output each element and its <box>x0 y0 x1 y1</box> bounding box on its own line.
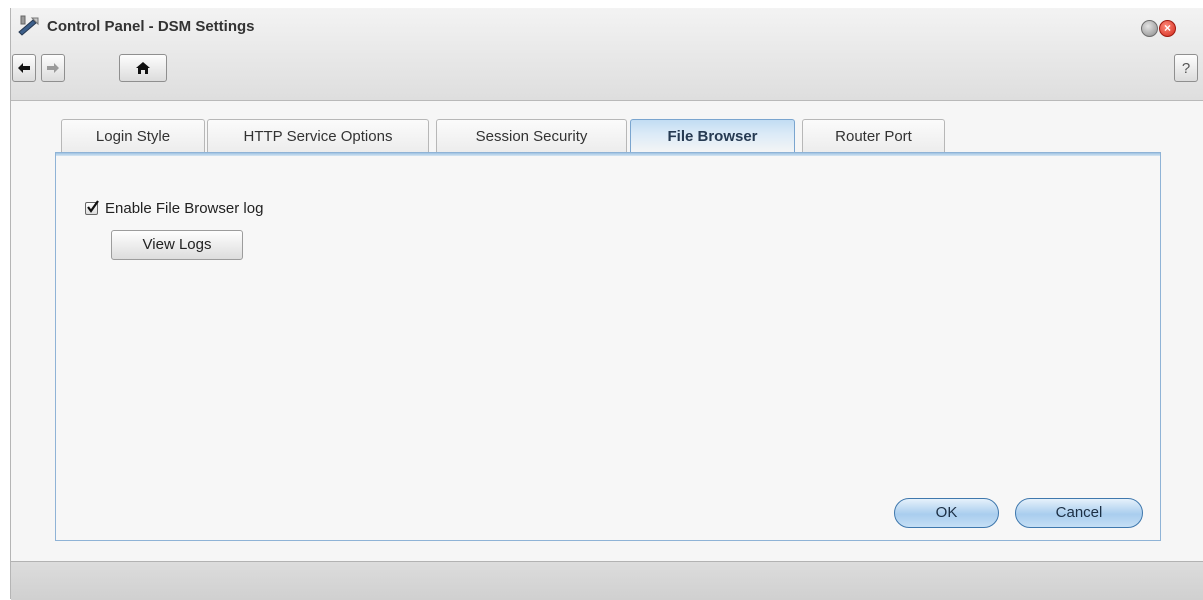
forward-button[interactable] <box>41 54 65 82</box>
arrow-left-icon <box>17 62 31 74</box>
dsm-settings-window: Control Panel - DSM Settings × ? Login S… <box>10 8 1203 600</box>
enable-file-browser-log-option[interactable]: Enable File Browser log <box>85 200 263 217</box>
home-icon <box>135 61 151 75</box>
help-icon: ? <box>1181 59 1191 77</box>
tab-router-port[interactable]: Router Port <box>802 119 945 153</box>
enable-file-browser-log-label: Enable File Browser log <box>105 200 264 217</box>
back-button[interactable] <box>12 54 36 82</box>
cancel-button[interactable]: Cancel <box>1015 498 1143 528</box>
tab-session-security[interactable]: Session Security <box>436 119 627 153</box>
panel-divider <box>56 153 1160 156</box>
ok-button[interactable]: OK <box>894 498 999 528</box>
title-bar[interactable]: Control Panel - DSM Settings × ? <box>11 8 1203 101</box>
status-footer <box>11 561 1203 600</box>
tab-file-browser[interactable]: File Browser <box>630 119 795 154</box>
window-title: Control Panel - DSM Settings <box>47 18 255 35</box>
view-logs-button[interactable]: View Logs <box>111 230 243 260</box>
minimize-button[interactable] <box>1141 20 1158 37</box>
control-panel-tools-icon <box>15 12 43 40</box>
enable-file-browser-log-checkbox[interactable] <box>85 200 99 215</box>
close-button[interactable]: × <box>1159 20 1176 37</box>
tab-http-service-options[interactable]: HTTP Service Options <box>207 119 429 153</box>
file-browser-panel: Enable File Browser log View Logs OK Can… <box>55 152 1161 541</box>
close-icon: × <box>1163 21 1171 35</box>
help-button[interactable]: ? <box>1174 54 1198 82</box>
tab-login-style[interactable]: Login Style <box>61 119 205 153</box>
home-button[interactable] <box>119 54 167 82</box>
arrow-right-icon <box>46 62 60 74</box>
